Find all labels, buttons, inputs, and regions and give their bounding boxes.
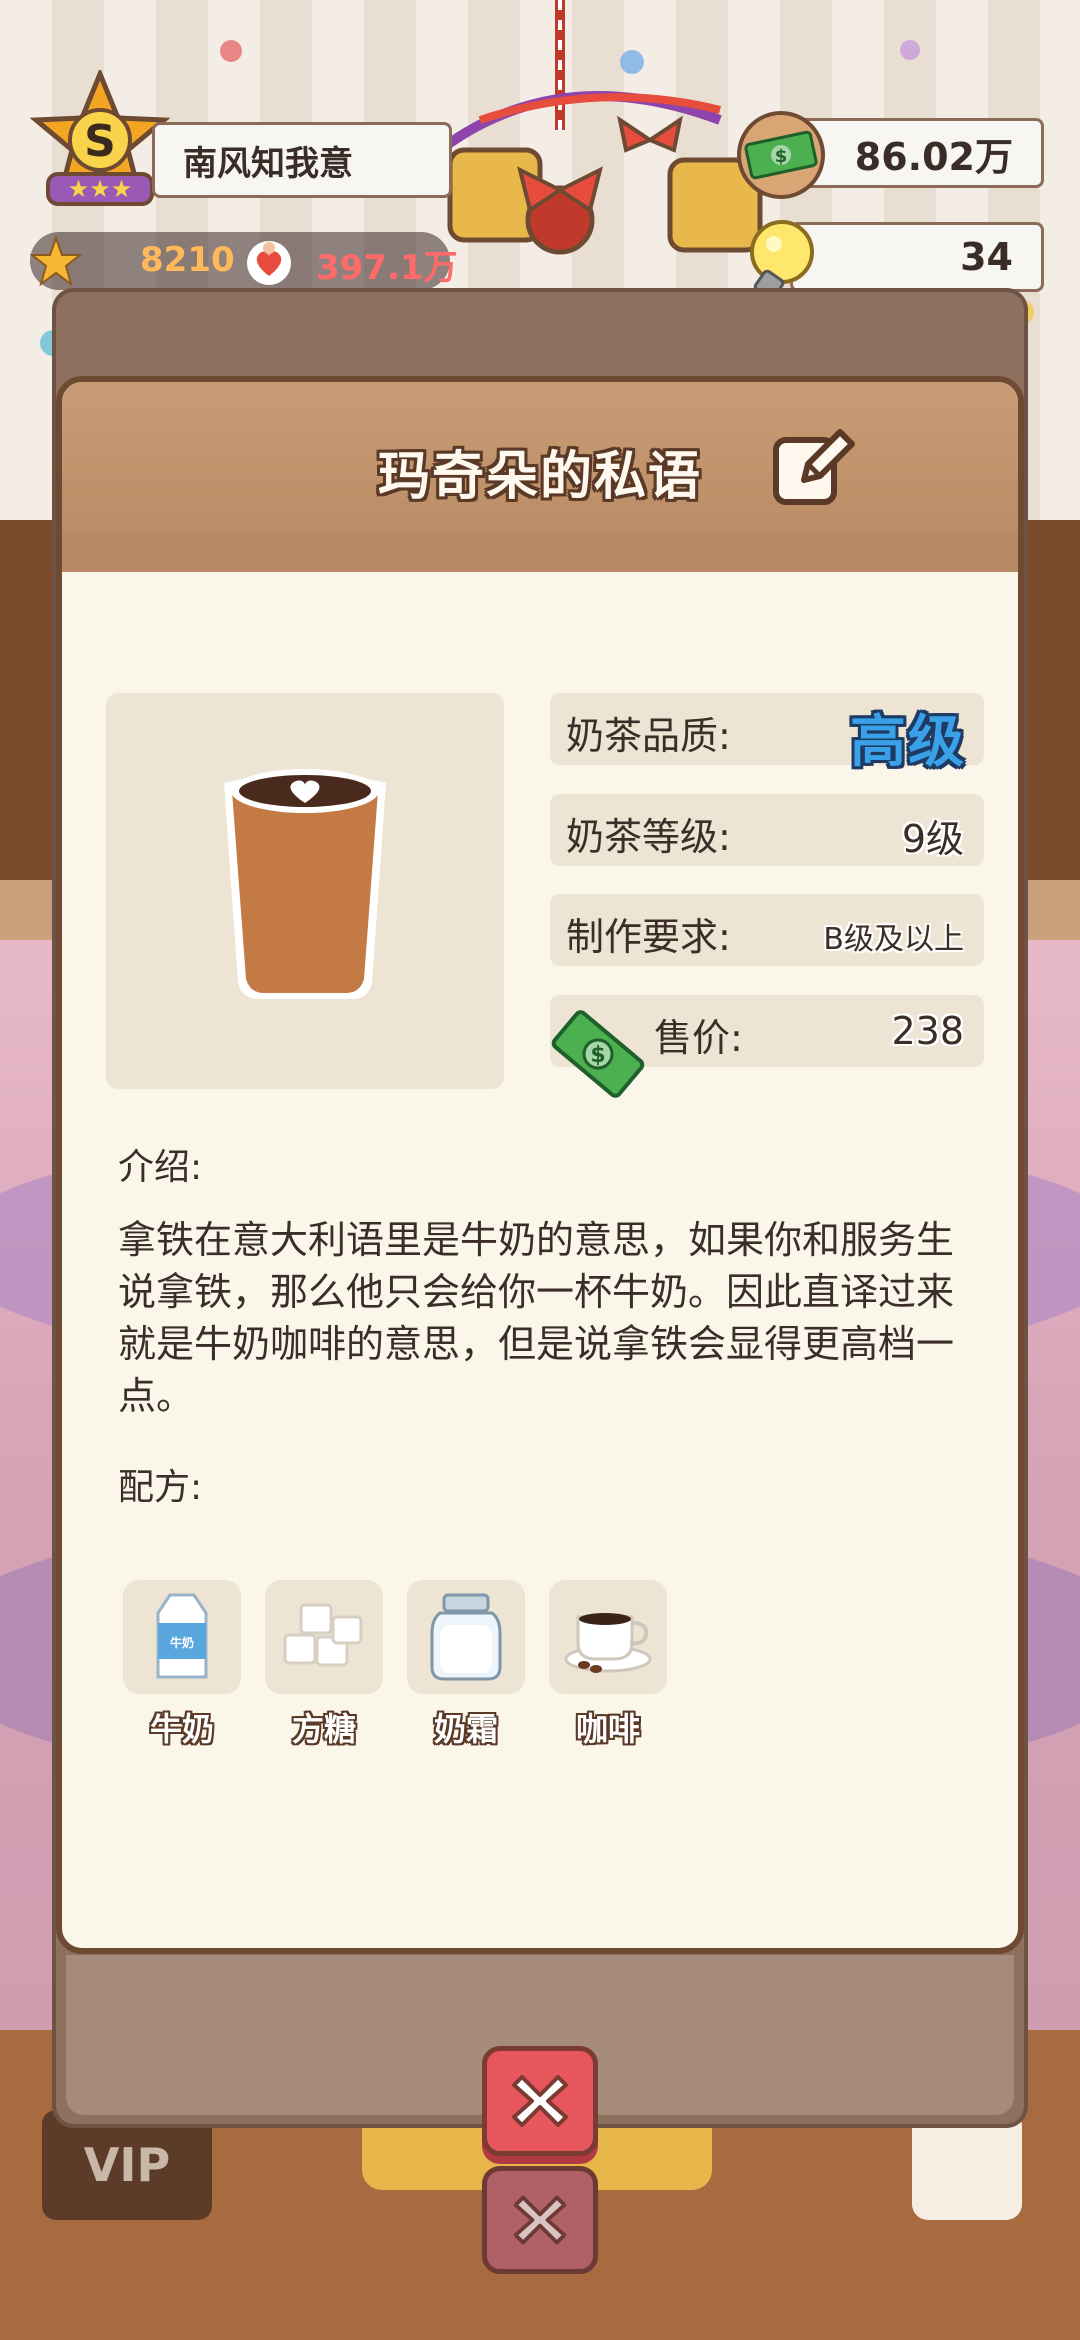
ingredient-cream-tile: [407, 1580, 525, 1694]
cream-jar-icon: [430, 1593, 502, 1681]
ingredient-label: 方糖: [291, 1710, 356, 1748]
fans-count: 397.1万: [316, 248, 458, 288]
money-icon: $: [737, 111, 825, 199]
quality-label: 奶茶品质:: [566, 714, 731, 758]
requirement-row: 制作要求: B级及以上: [550, 894, 984, 966]
intro-label: 介绍:: [118, 1147, 203, 1188]
svg-text:★★★: ★★★: [68, 175, 133, 203]
requirement-value: B级及以上: [823, 922, 964, 957]
close-button[interactable]: [482, 2046, 598, 2156]
price-label: 售价:: [654, 1016, 743, 1060]
ingredient-coffee[interactable]: 咖啡: [549, 1580, 667, 1750]
stars-count: 8210: [140, 240, 235, 280]
recipe-label: 配方:: [118, 1467, 203, 1508]
ingredient-sugar-tile: [265, 1580, 383, 1694]
ingredient-sugar[interactable]: 方糖: [265, 1580, 383, 1750]
fans-heart-icon: [247, 241, 291, 285]
player-name[interactable]: 南风知我意: [152, 122, 452, 198]
quality-value: 高级: [850, 710, 966, 775]
coffee-cup-icon: [564, 1613, 652, 1673]
ingredient-label: 牛奶: [149, 1710, 214, 1748]
rank-letter: S: [84, 116, 116, 167]
background-close-button[interactable]: [482, 2166, 598, 2274]
price-value: 238: [891, 1009, 964, 1053]
star-icon: [30, 236, 82, 287]
edit-icon[interactable]: [768, 420, 860, 512]
ingredient-label: 奶霜: [433, 1710, 498, 1748]
drink-detail-dialog: 玛奇朵的私语 奶茶品质: 高级 奶茶等级: 9级 制作要求: B级及以上 售价:…: [56, 376, 1024, 1954]
sugar-cubes-icon: [283, 1603, 363, 1667]
level-label: 奶茶等级:: [566, 815, 731, 859]
ingredient-cream[interactable]: 奶霜: [407, 1580, 525, 1750]
milk-carton-icon: 牛奶: [156, 1593, 208, 1679]
ingredient-coffee-tile: [549, 1580, 667, 1694]
drink-image-card: [106, 693, 504, 1089]
money-counter[interactable]: 86.02万: [790, 118, 1044, 188]
rank-badge-icon[interactable]: S ★★★: [30, 70, 170, 210]
svg-text:$: $: [590, 1043, 605, 1068]
ingredient-milk-tile: 牛奶: [123, 1580, 241, 1694]
latte-cup-icon: [224, 769, 386, 999]
close-icon: [512, 2075, 568, 2127]
level-value: 9级: [901, 817, 964, 861]
requirement-label: 制作要求:: [566, 915, 731, 959]
quality-row: 奶茶品质: 高级: [550, 693, 984, 775]
dialog-title: 玛奇朵的私语: [377, 447, 702, 507]
milk-carton-text: 牛奶: [170, 1635, 194, 1650]
level-row: 奶茶等级: 9级: [550, 794, 984, 866]
idea-counter[interactable]: 34: [790, 222, 1044, 292]
ingredient-milk[interactable]: 牛奶 牛奶: [123, 1580, 241, 1750]
header-scallop-edge: [62, 532, 1018, 572]
drink-description: 拿铁在意大利语里是牛奶的意思，如果你和服务生说拿铁，那么他只会给你一杯牛奶。因此…: [118, 1218, 955, 1418]
close-icon: [513, 2195, 567, 2245]
svg-text:$: $: [775, 146, 788, 167]
ingredient-label: 咖啡: [575, 1710, 640, 1748]
cash-icon: $: [551, 1010, 645, 1098]
